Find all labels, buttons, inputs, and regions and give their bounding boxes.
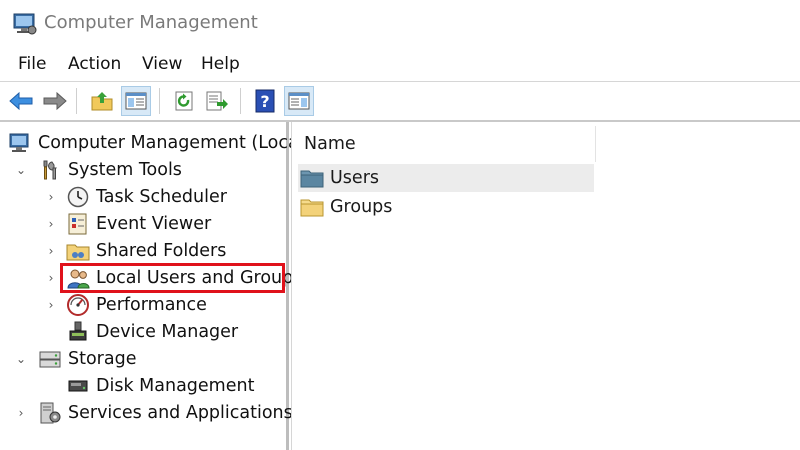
menu-file[interactable]: File — [18, 54, 46, 74]
tree-node-services-and-applications[interactable]: Services and Applications — [38, 400, 293, 426]
expand-chevron-icon[interactable]: › — [44, 298, 58, 312]
expand-chevron-icon[interactable]: › — [44, 271, 58, 285]
export-list-button[interactable] — [202, 86, 232, 116]
list-item-label: Users — [330, 168, 380, 188]
collapse-chevron-icon[interactable]: ⌄ — [14, 163, 28, 177]
list-item-label: Groups — [330, 197, 393, 217]
services-icon — [40, 402, 61, 424]
tree-node-label: Computer Management (Local) — [38, 133, 311, 153]
device-manager-icon — [69, 321, 87, 341]
show-tree-icon — [125, 92, 147, 110]
help-button[interactable]: ? — [250, 86, 280, 116]
performance-gauge-icon — [67, 294, 89, 316]
tree-node-label: Services and Applications — [68, 403, 293, 423]
tree-node-event-viewer[interactable]: Event Viewer — [66, 211, 211, 237]
disk-management-icon — [68, 380, 88, 392]
storage-icon — [39, 351, 61, 368]
list-item-users[interactable]: Users — [298, 164, 594, 192]
folder-icon — [300, 199, 324, 217]
title-bar: Computer Management — [0, 0, 800, 48]
forward-button[interactable] — [40, 86, 70, 116]
menu-help[interactable]: Help — [201, 54, 240, 74]
refresh-icon — [175, 91, 193, 111]
collapse-chevron-icon[interactable]: ⌄ — [14, 352, 28, 366]
list-item-groups[interactable]: Groups — [298, 193, 594, 221]
tree-node-label: Performance — [96, 295, 207, 315]
column-header-name[interactable]: Name — [300, 126, 596, 162]
toolbar-separator — [240, 88, 241, 114]
tree-node-computer-management[interactable]: Computer Management (Local) — [8, 130, 310, 156]
up-one-level-button[interactable] — [87, 86, 117, 116]
folder-icon — [300, 170, 324, 188]
expand-chevron-icon[interactable]: › — [44, 190, 58, 204]
show-hide-action-pane-button[interactable] — [284, 86, 314, 116]
column-header-label: Name — [304, 134, 356, 154]
toolbar-separator — [159, 88, 160, 114]
back-arrow-icon — [9, 91, 33, 111]
tree-node-device-manager[interactable]: Device Manager — [66, 319, 238, 345]
menu-action[interactable]: Action — [68, 54, 121, 74]
computer-management-icon — [13, 13, 37, 35]
tree-node-label: Task Scheduler — [96, 187, 227, 207]
tree-node-system-tools[interactable]: System Tools — [38, 157, 182, 183]
event-viewer-icon — [68, 213, 87, 235]
show-hide-tree-button[interactable] — [121, 86, 151, 116]
tools-icon — [43, 160, 57, 180]
export-list-icon — [206, 91, 228, 111]
toolbar: ? — [0, 82, 800, 122]
toolbar-separator — [76, 88, 77, 114]
highlight-box — [60, 263, 285, 293]
computer-management-icon — [9, 133, 29, 152]
show-action-pane-icon — [288, 92, 310, 110]
forward-arrow-icon — [43, 91, 67, 111]
tree-node-label: Disk Management — [96, 376, 255, 396]
tree-node-performance[interactable]: Performance — [66, 292, 207, 318]
tree-node-label: Storage — [68, 349, 137, 369]
clock-icon — [67, 186, 89, 208]
menu-view[interactable]: View — [142, 54, 182, 74]
tree-node-label: Event Viewer — [96, 214, 212, 234]
tree-node-label: Shared Folders — [96, 241, 227, 261]
back-button[interactable] — [6, 86, 36, 116]
shared-folder-icon — [66, 244, 90, 261]
expand-chevron-icon[interactable]: › — [44, 217, 58, 231]
tree-node-label: System Tools — [68, 160, 182, 180]
help-icon: ? — [255, 89, 275, 113]
expand-chevron-icon[interactable]: › — [44, 244, 58, 258]
tree-node-disk-management[interactable]: Disk Management — [66, 373, 254, 399]
svg-text:?: ? — [260, 92, 269, 111]
tree-node-task-scheduler[interactable]: Task Scheduler — [66, 184, 227, 210]
tree-node-shared-folders[interactable]: Shared Folders — [66, 238, 226, 264]
expand-chevron-icon[interactable]: › — [14, 406, 28, 420]
tree-node-storage[interactable]: Storage — [38, 346, 136, 372]
window-title: Computer Management — [44, 12, 258, 33]
up-folder-icon — [91, 92, 113, 111]
menu-bar: File Action View Help — [0, 48, 800, 82]
refresh-button[interactable] — [169, 86, 199, 116]
tree-node-label: Device Manager — [96, 322, 239, 342]
